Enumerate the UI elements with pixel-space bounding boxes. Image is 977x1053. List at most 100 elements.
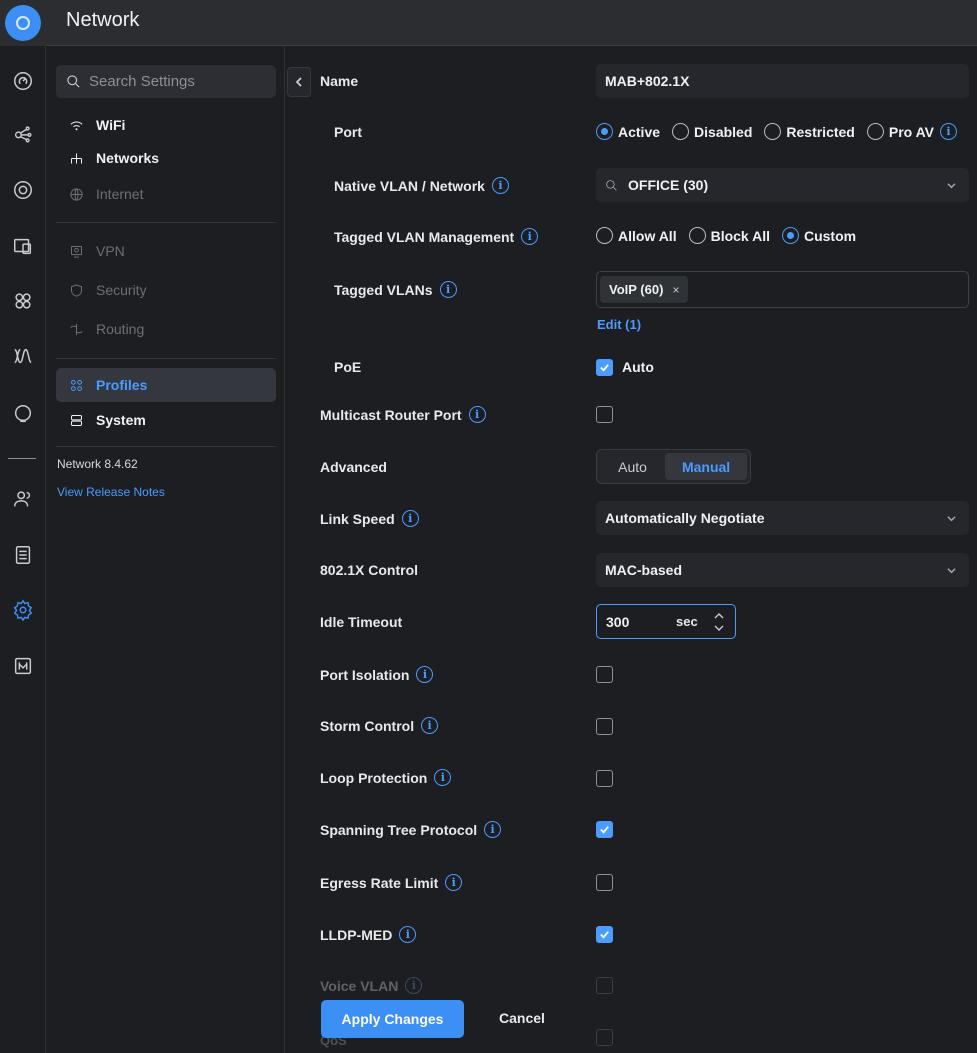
networks-icon [66, 151, 86, 166]
name-label: Name [320, 73, 359, 89]
info-icon[interactable]: i [439, 281, 457, 298]
idle-timeout-input[interactable]: 300 sec [596, 604, 736, 639]
port-restricted-radio[interactable]: Restricted [764, 123, 855, 140]
info-icon[interactable]: i [521, 228, 539, 245]
chevron-left-icon [295, 77, 302, 87]
nav-item-profiles[interactable]: Profiles [56, 368, 276, 402]
topology-icon[interactable] [8, 119, 38, 149]
nav-item-vpn[interactable]: VPN [56, 234, 276, 268]
qos-checkbox[interactable] [596, 1029, 613, 1046]
info-icon[interactable]: i [416, 666, 434, 683]
egress-label: Egress Rate Limit i [320, 874, 463, 891]
globe-icon [66, 187, 86, 202]
check-icon [600, 826, 609, 834]
egress-checkbox[interactable] [596, 874, 613, 891]
info-icon[interactable]: i [401, 510, 419, 527]
info-icon[interactable]: i [939, 123, 957, 140]
nav-item-label: WiFi [96, 117, 126, 133]
name-input[interactable]: MAB+802.1X [596, 64, 969, 98]
profiles-icon [66, 378, 86, 393]
search-icon [67, 75, 80, 88]
search-input[interactable]: Search Settings [56, 65, 276, 98]
storm-control-label: Storm Control i [320, 717, 439, 734]
users-icon[interactable] [8, 484, 38, 514]
nav-divider [56, 222, 276, 223]
block-all-radio[interactable]: Block All [688, 227, 770, 244]
nav-item-label: VPN [96, 243, 125, 259]
link-speed-label: Link Speed i [320, 510, 419, 527]
release-notes-link[interactable]: View Release Notes [57, 485, 165, 499]
logs-icon[interactable] [8, 540, 38, 570]
settings-nav: Search Settings WiFi Networks Internet V… [47, 46, 285, 1053]
storm-control-checkbox[interactable] [596, 718, 613, 735]
port-isolation-label: Port Isolation i [320, 666, 434, 683]
info-icon[interactable]: i [484, 821, 502, 838]
info-icon[interactable]: i [434, 769, 452, 786]
info-icon[interactable]: i [399, 926, 417, 943]
nav-item-internet[interactable]: Internet [56, 177, 276, 211]
link-speed-select[interactable]: Automatically Negotiate [596, 501, 969, 535]
info-icon[interactable]: i [468, 406, 486, 423]
info-icon[interactable]: i [491, 177, 509, 194]
nav-item-system[interactable]: System [56, 403, 276, 437]
allow-all-radio[interactable]: Allow All [596, 227, 677, 244]
advanced-auto-button[interactable]: Auto [600, 453, 665, 480]
custom-radio[interactable]: Custom [781, 227, 856, 244]
insights-icon[interactable] [8, 399, 38, 429]
loop-protection-checkbox[interactable] [596, 770, 613, 787]
tagged-vlans-input[interactable]: VoIP (60) × [596, 271, 969, 308]
edit-vlans-link[interactable]: Edit (1) [597, 317, 641, 332]
nav-item-wifi[interactable]: WiFi [56, 108, 276, 142]
native-vlan-value: OFFICE (30) [628, 177, 709, 193]
devices-icon[interactable] [8, 231, 38, 261]
advanced-toggle: Auto Manual [596, 449, 751, 484]
stepper-icon[interactable] [713, 610, 725, 634]
port-disabled-radio[interactable]: Disabled [672, 123, 752, 140]
remove-chip-icon[interactable]: × [672, 283, 679, 297]
wifi-icon [66, 118, 86, 133]
port-active-radio[interactable]: Active [596, 123, 660, 140]
info-icon[interactable]: i [445, 874, 463, 891]
nav-item-label: System [96, 412, 146, 428]
stp-label: Spanning Tree Protocol i [320, 821, 502, 838]
shield-icon [66, 283, 86, 298]
app-logo[interactable] [0, 0, 46, 46]
version-text: Network 8.4.62 [57, 457, 138, 471]
dot1x-select[interactable]: MAC-based [596, 553, 969, 587]
info-icon[interactable]: i [405, 977, 423, 994]
updates-icon[interactable] [8, 651, 38, 681]
advanced-manual-button[interactable]: Manual [665, 453, 747, 480]
lldp-checkbox[interactable] [596, 926, 613, 943]
nav-item-routing[interactable]: Routing [56, 312, 276, 346]
cancel-button[interactable]: Cancel [499, 1010, 545, 1026]
advanced-label: Advanced [320, 459, 387, 475]
port-isolation-checkbox[interactable] [596, 666, 613, 683]
app-title: Network [66, 9, 140, 31]
nav-item-networks[interactable]: Networks [56, 141, 276, 175]
settings-icon[interactable] [8, 595, 38, 625]
speedometer-icon[interactable] [8, 66, 38, 96]
signal-icon[interactable] [8, 341, 38, 371]
port-pro-av-radio[interactable]: Pro AV [866, 123, 934, 140]
voice-vlan-checkbox[interactable] [596, 977, 613, 994]
poe-auto-checkbox[interactable] [596, 359, 613, 376]
system-icon [66, 413, 86, 428]
nav-item-label: Security [96, 282, 147, 298]
target-icon[interactable] [8, 175, 38, 205]
apply-changes-button[interactable]: Apply Changes [321, 1000, 464, 1038]
collapse-nav-button[interactable] [287, 67, 311, 97]
stp-checkbox[interactable] [596, 821, 613, 838]
idle-timeout-unit: sec [676, 614, 698, 629]
native-vlan-select[interactable]: OFFICE (30) [596, 168, 969, 202]
idle-timeout-value: 300 [606, 613, 630, 630]
vpn-icon [66, 244, 86, 259]
dot1x-value: MAC-based [605, 562, 683, 578]
info-icon[interactable]: i [421, 717, 439, 734]
chevron-down-icon [947, 514, 956, 522]
nav-item-security[interactable]: Security [56, 273, 276, 307]
multicast-checkbox[interactable] [596, 406, 613, 423]
poe-auto-label: Auto [622, 359, 654, 375]
clients-grid-icon[interactable] [8, 286, 38, 316]
logo-icon [5, 5, 41, 41]
nav-divider [56, 358, 276, 359]
